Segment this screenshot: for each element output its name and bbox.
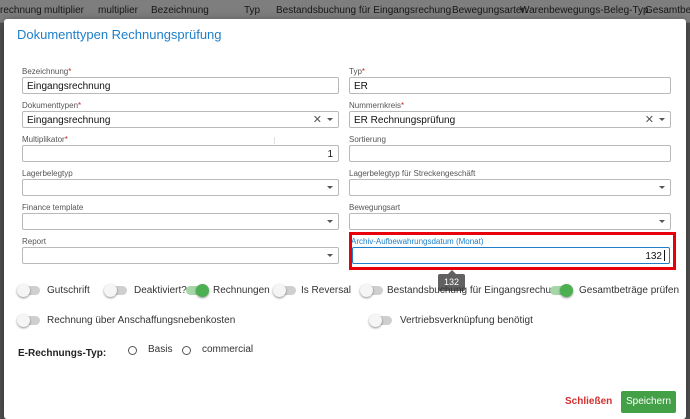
deaktiviert-label: Deaktiviert? <box>134 285 187 296</box>
lagerbelegtyp-label: Lagerbelegtyp <box>22 169 73 178</box>
bewegungsart-select[interactable] <box>349 213 671 230</box>
lagerbelegtyp-strecke-label: Lagerbelegtyp für Streckengeschäft <box>349 169 476 178</box>
chevron-down-icon[interactable] <box>327 186 333 189</box>
sortierung-input[interactable] <box>349 145 671 162</box>
close-button[interactable]: Schließen <box>565 396 612 407</box>
vertriebsverknuepfung-label: Vertriebsverknüpfung benötigt <box>400 315 533 326</box>
clear-icon[interactable]: ✕ <box>645 113 654 126</box>
is-reversal-toggle[interactable] <box>273 284 296 297</box>
is-reversal-label: Is Reversal <box>301 285 352 296</box>
chevron-down-icon[interactable] <box>327 254 333 257</box>
rechnungen-label: Rechnungen <box>213 285 270 296</box>
nummernkreis-label: Nummernkreis* <box>349 101 405 110</box>
document-type-dialog: Dokumenttypen Rechnungsprüfung Bezeichnu… <box>4 19 686 419</box>
lagerbelegtyp-strecke-select[interactable] <box>349 179 671 196</box>
gutschrift-label: Gutschrift <box>47 285 90 296</box>
multiplikator-input[interactable]: 1 <box>22 145 339 162</box>
radio-basis-label: Basis <box>148 344 173 355</box>
save-button[interactable]: Speichern <box>621 391 676 413</box>
typ-label: Typ* <box>349 67 366 76</box>
bestandsbuchung-toggle[interactable] <box>360 284 383 297</box>
radio-commercial[interactable] <box>182 346 191 355</box>
finance-template-select[interactable] <box>22 213 339 230</box>
multiplikator-label: Multiplikator* <box>22 135 68 144</box>
anschaffungsnebenkosten-toggle[interactable] <box>17 314 40 327</box>
e-rechnungs-typ-label: E-Rechnungs-Typ: <box>18 348 107 359</box>
bezeichnung-input[interactable]: Eingangsrechnung <box>22 77 339 94</box>
chevron-down-icon[interactable] <box>327 220 333 223</box>
clear-icon[interactable]: ✕ <box>313 113 322 126</box>
radio-commercial-label: commercial <box>202 344 254 355</box>
chevron-down-icon[interactable] <box>659 186 665 189</box>
report-select[interactable] <box>22 247 339 264</box>
chevron-down-icon[interactable] <box>659 118 665 121</box>
dokumenttypen-label: Dokumenttypen* <box>22 101 82 110</box>
divider <box>274 137 275 144</box>
annotation-highlight-box <box>349 232 676 270</box>
gutschrift-toggle[interactable] <box>17 284 40 297</box>
dialog-title: Dokumenttypen Rechnungsprüfung <box>17 27 222 42</box>
chevron-down-icon[interactable] <box>659 220 665 223</box>
deaktiviert-toggle[interactable] <box>104 284 127 297</box>
anschaffungsnebenkosten-label: Rechnung über Anschaffungsnebenkosten <box>47 315 236 326</box>
finance-template-label: Finance template <box>22 203 84 212</box>
rechnungen-toggle[interactable] <box>186 284 209 297</box>
lagerbelegtyp-select[interactable] <box>22 179 339 196</box>
dokumenttypen-select[interactable]: Eingangsrechnung ✕ <box>22 111 339 128</box>
typ-input[interactable]: ER <box>349 77 671 94</box>
report-label: Report <box>22 237 47 246</box>
bezeichnung-label: Bezeichnung* <box>22 67 72 76</box>
sortierung-label: Sortierung <box>349 135 386 144</box>
vertriebsverknuepfung-toggle[interactable] <box>369 314 392 327</box>
gesamtbetraege-label: Gesamtbeträge prüfen <box>579 285 680 296</box>
bestandsbuchung-label: Bestandsbuchung für Eingangsrechung <box>387 285 563 296</box>
radio-basis[interactable] <box>128 346 137 355</box>
gesamtbetraege-toggle[interactable] <box>550 284 573 297</box>
chevron-down-icon[interactable] <box>327 118 333 121</box>
nummernkreis-select[interactable]: ER Rechnungsprüfung ✕ <box>349 111 671 128</box>
bewegungsart-label: Bewegungsart <box>349 203 401 212</box>
